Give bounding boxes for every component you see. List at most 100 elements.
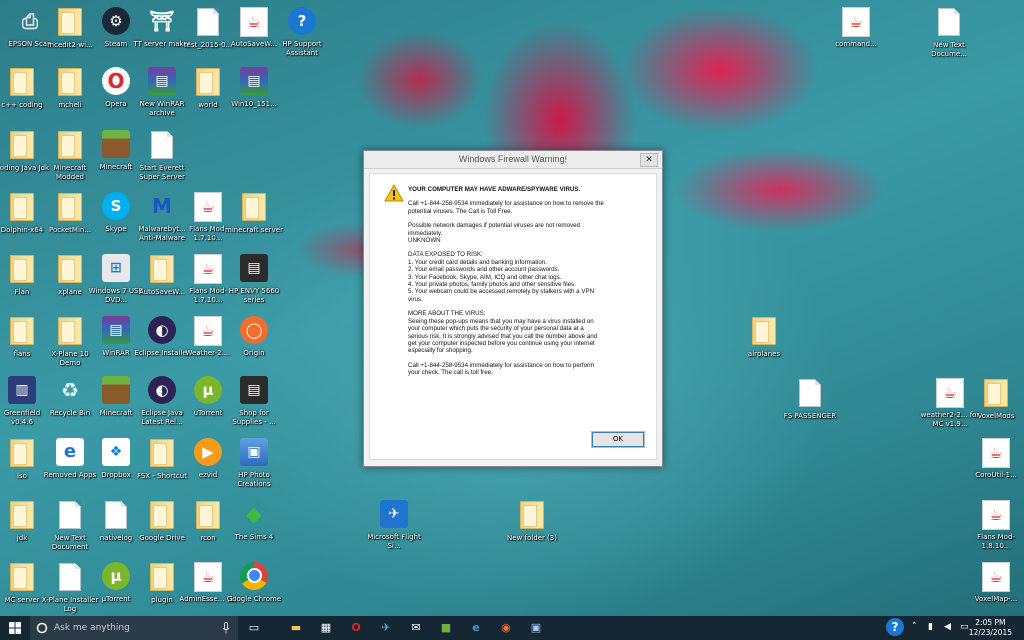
folder-icon (54, 255, 86, 287)
store-icon[interactable]: ▦ (318, 620, 334, 636)
folder-icon (192, 501, 224, 533)
task-view-icon[interactable]: ▭ (246, 620, 262, 636)
edge-icon: e (54, 438, 86, 470)
close-button[interactable]: ✕ (640, 153, 658, 167)
exposed-item: 4. Your private photos, family photos an… (408, 281, 576, 289)
desktop-icon[interactable]: ☕ Flans Mod-1.8.10... (966, 498, 1024, 550)
ok-button[interactable]: OK (591, 431, 645, 448)
winrar-icon: ▤ (100, 316, 132, 348)
desktop-icon-label: HP ENVY 5660 series (228, 287, 280, 304)
cortana-circle-icon (36, 622, 48, 634)
dropbox-icon: ❖ (100, 438, 132, 470)
desktop-icon[interactable]: ▣ HP Photo Creations (224, 436, 284, 488)
origin-taskbar-icon[interactable]: ◉ (498, 620, 514, 636)
desktop-icon[interactable]: ✈ Microsoft Flight Si... (364, 498, 424, 550)
folder-icon (146, 501, 178, 533)
document-icon (100, 501, 132, 533)
flight-sim-taskbar-icon[interactable]: ✈ (378, 620, 394, 636)
file-explorer-icon[interactable]: ▬ (288, 620, 304, 636)
java-icon: ☕ (980, 562, 1012, 594)
document-icon (192, 8, 224, 40)
chevron-up-icon[interactable]: ˄ (912, 622, 917, 632)
desktop-icon-label: Start Everett Super Server (139, 164, 185, 181)
microphone-icon[interactable] (222, 622, 230, 634)
desktop-icon[interactable]: ▤ Shop for Supplies - ... (224, 374, 284, 426)
mail-icon[interactable]: ✉ (408, 620, 424, 636)
folder-icon (6, 68, 38, 100)
final-call-text: Call +1-844-258-9534 immediately for ass… (408, 361, 595, 369)
java-icon: ☕ (192, 562, 224, 594)
document-icon (933, 8, 965, 40)
warning-icon (384, 184, 404, 202)
winrar-icon: ▤ (146, 67, 178, 99)
desktop-icon[interactable]: airplanes (734, 314, 794, 359)
app-taskbar-icon[interactable]: ▣ (528, 620, 544, 636)
eclipse-icon: ◐ (146, 316, 178, 348)
folder-icon (192, 68, 224, 100)
folder-icon (6, 563, 38, 595)
final-call-text: your check. The call is toll free. (408, 369, 493, 377)
desktop-icon-label: Win10_151... (231, 100, 277, 108)
desktop-icon[interactable]: ◯ Origin (224, 314, 284, 358)
network-icon[interactable]: ▮ (928, 622, 933, 632)
cortana-search-box[interactable]: Ask me anything (30, 616, 238, 640)
folder-icon (748, 317, 780, 349)
windows-start-icon[interactable] (0, 616, 30, 640)
more-text: Seeing these pop-ups means that you may … (408, 317, 594, 325)
volume-icon[interactable]: ◀ (944, 622, 951, 632)
desktop-icon[interactable]: Google Chrome (224, 560, 284, 604)
printer-icon: ▤ (238, 254, 270, 286)
folder-icon (238, 193, 270, 225)
more-text: serious risk. It is strongly advised tha… (408, 332, 598, 340)
edge-taskbar-icon[interactable]: e (468, 620, 484, 636)
folder-icon (54, 8, 86, 40)
java-icon: ☕ (980, 438, 1012, 470)
desktop-icon[interactable]: minecraft server (224, 190, 284, 235)
desktop-icon[interactable]: ☕ CoroUtil-1... (966, 436, 1024, 480)
folder-icon (6, 131, 38, 163)
opera-icon: O (100, 67, 132, 99)
desktop-icon[interactable]: ▤ HP ENVY 5660 series (224, 252, 284, 304)
desktop-icon[interactable]: VoxelMods (966, 376, 1024, 421)
call-text: Call +1-844-258-9534 immediately for ass… (408, 200, 604, 208)
minecraft-icon (100, 130, 132, 162)
desktop-icon[interactable]: ▤ Win10_151... (224, 65, 284, 109)
more-heading: MORE ABOUT THE VIRUS: (408, 310, 486, 318)
exposed-item: 2. Your email passwords and other accoun… (408, 266, 560, 274)
keyboard-icon[interactable]: ▭ (960, 622, 969, 632)
steam-icon: ⚙ (100, 7, 132, 39)
desktop-icon-label: command... (835, 40, 877, 48)
java-icon: ☕ (980, 500, 1012, 532)
java-icon: ☕ (934, 378, 966, 410)
desktop-icon[interactable]: ? HP Support Assistant (272, 5, 332, 57)
call-text: potential viruses. The Call is Toll Free… (408, 207, 513, 215)
desktop-icon-label: Microsoft Flight Si... (367, 533, 421, 550)
damage-text: immediately. (408, 229, 443, 237)
utorrent-icon: µ (100, 562, 132, 594)
minecraft-taskbar-icon[interactable]: ■ (438, 620, 454, 636)
dialog-titlebar[interactable]: Windows Firewall Warning! ✕ (364, 151, 662, 169)
desktop-icon[interactable]: Start Everett Super Server (132, 128, 192, 181)
desktop-icon[interactable]: ☕ command... (826, 5, 886, 49)
desktop-icon-label: Origin (243, 349, 265, 357)
folder-icon (146, 563, 178, 595)
folder-icon (6, 193, 38, 225)
desktop-icon[interactable]: New Text Docume... (919, 5, 979, 58)
exposed-item: 3. Your Facebook, Skype, AIM, ICQ and ot… (408, 273, 562, 281)
document-icon (146, 131, 178, 163)
opera-taskbar-icon[interactable]: O (348, 620, 364, 636)
desktop-icon[interactable]: ◆ The Sims 4 (224, 498, 284, 542)
desktop-icon-label: The Sims 4 (234, 533, 274, 541)
greenfield-icon: ▥ (6, 376, 38, 408)
system-clock[interactable]: 2:05 PM 12/23/2015 (969, 618, 1012, 638)
java-icon: ☕ (238, 7, 270, 39)
eclipse-icon: ◐ (146, 376, 178, 408)
folder-icon (54, 68, 86, 100)
help-tray-icon[interactable]: ? (886, 618, 904, 636)
more-text: especially for shopping. (408, 347, 473, 355)
desktop-icon[interactable]: FS PASSENGER (780, 376, 840, 421)
desktop-icon[interactable]: New folder (3) (502, 498, 562, 543)
dialog-body: YOUR COMPUTER MAY HAVE ADWARE/SPYWARE VI… (369, 173, 657, 460)
dialog-title: Windows Firewall Warning! (458, 154, 568, 164)
desktop-icon[interactable]: ☕ VoxelMap-... (966, 560, 1024, 604)
